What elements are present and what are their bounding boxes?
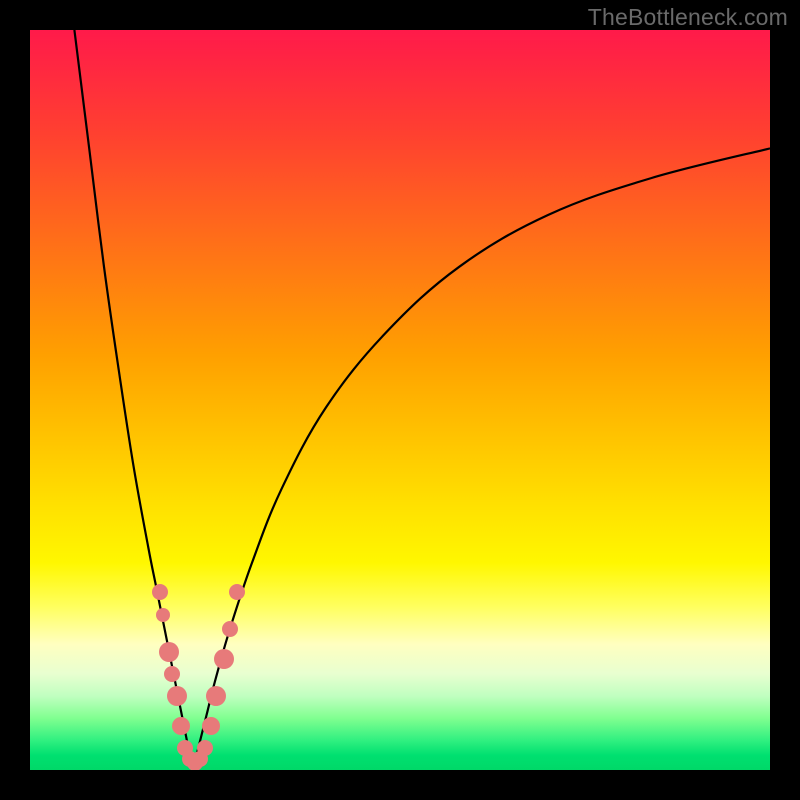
data-point-marker <box>214 649 234 669</box>
data-point-marker <box>206 686 226 706</box>
data-point-marker <box>156 608 170 622</box>
bottleneck-curve <box>30 30 770 770</box>
data-point-marker <box>229 584 245 600</box>
watermark-text: TheBottleneck.com <box>588 4 788 31</box>
data-point-marker <box>222 621 238 637</box>
data-point-marker <box>202 717 220 735</box>
data-point-marker <box>164 666 180 682</box>
plot-area <box>30 30 770 770</box>
data-point-marker <box>197 740 213 756</box>
data-point-marker <box>172 717 190 735</box>
data-point-marker <box>159 642 179 662</box>
chart-frame: TheBottleneck.com <box>0 0 800 800</box>
data-point-marker <box>167 686 187 706</box>
data-point-marker <box>152 584 168 600</box>
